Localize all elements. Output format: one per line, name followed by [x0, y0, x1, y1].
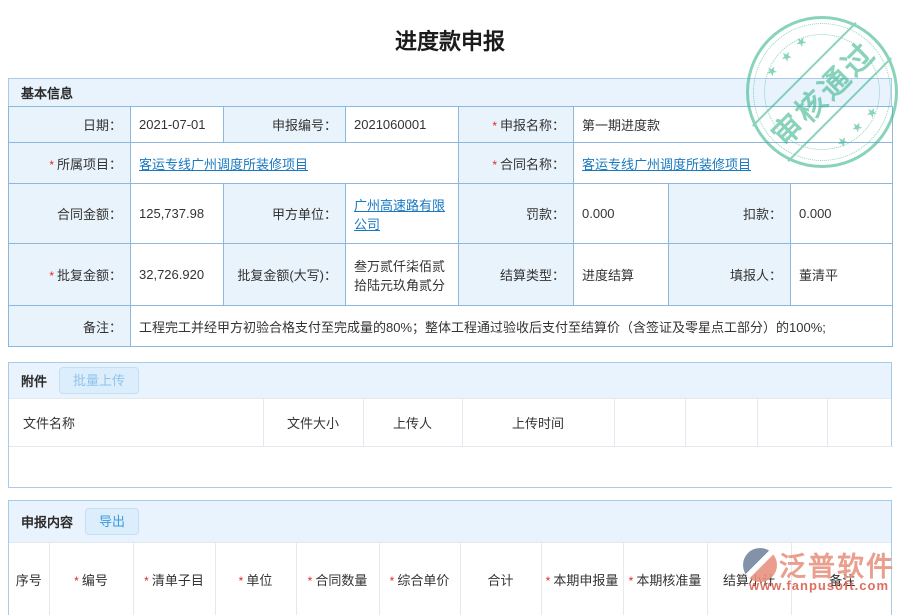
- col-upload-time: 上传时间: [462, 399, 614, 446]
- attachments-section: 附件 批量上传 文件名称 文件大小 上传人 上传时间: [8, 362, 892, 488]
- col-unit: *单位: [215, 543, 296, 615]
- declaration-title: 申报内容: [21, 512, 73, 531]
- date-label: 日期：: [9, 107, 131, 143]
- required-asterisk: *: [239, 574, 244, 588]
- attachments-header: 附件 批量上传: [9, 363, 891, 399]
- attachments-header-row: 文件名称 文件大小 上传人 上传时间: [9, 399, 893, 446]
- filler-value: 董清平: [791, 244, 893, 306]
- project-link[interactable]: 客运专线广州调度所装修项目: [139, 157, 308, 172]
- project-value: 客运专线广州调度所装修项目: [131, 143, 459, 184]
- basic-info-header: 基本信息: [8, 78, 892, 106]
- col-list-item: *清单子目: [133, 543, 215, 615]
- col-settle-subtotal: 结算小计: [707, 543, 791, 615]
- col-total: 合计: [460, 543, 541, 615]
- approved-caps-label: 批复金额(大写)：: [224, 244, 346, 306]
- contract-name-value: 客运专线广州调度所装修项目: [574, 143, 893, 184]
- basic-info-table: 日期： 2021-07-01 申报编号： 2021060001 *申报名称： 第…: [8, 106, 893, 347]
- settle-type-value: 进度结算: [574, 244, 669, 306]
- col-current-approved-qty: *本期核准量: [623, 543, 707, 615]
- party-a-link[interactable]: 广州高速路有限公司: [354, 198, 445, 232]
- declaration-section: 申报内容 导出 序号 *编号 *清单子目 *单位 *合同数量 *综合单价 合计 …: [8, 500, 892, 615]
- col-file-name: 文件名称: [9, 399, 263, 446]
- required-asterisk: *: [492, 158, 497, 172]
- required-asterisk: *: [49, 158, 54, 172]
- col-uploader: 上传人: [363, 399, 462, 446]
- approved-caps-value: 叁万贰仟柒佰贰拾陆元玖角贰分: [346, 244, 459, 306]
- penalty-value: 0.000: [574, 184, 669, 244]
- declaration-name-label: *申报名称：: [459, 107, 574, 143]
- page-title: 进度款申报: [0, 24, 900, 56]
- remark-value: 工程完工并经甲方初验合格支付至完成量的80%；整体工程通过验收后支付至结算价（含…: [131, 306, 893, 347]
- col-unit-price: *综合单价: [379, 543, 460, 615]
- penalty-label: 罚款：: [459, 184, 574, 244]
- col-empty: [827, 399, 893, 446]
- attachments-empty-area: [9, 446, 893, 487]
- required-asterisk: *: [144, 574, 149, 588]
- approved-amount-label: *批复金额：: [9, 244, 131, 306]
- date-value: 2021-07-01: [131, 107, 224, 143]
- col-empty: [757, 399, 827, 446]
- attachments-table: 文件名称 文件大小 上传人 上传时间: [9, 399, 893, 487]
- col-empty: [614, 399, 685, 446]
- party-a-label: 甲方单位：: [224, 184, 346, 244]
- deduction-value: 0.000: [791, 184, 893, 244]
- declaration-table: 序号 *编号 *清单子目 *单位 *合同数量 *综合单价 合计 *本期申报量 *…: [9, 543, 893, 615]
- declaration-header-row: 序号 *编号 *清单子目 *单位 *合同数量 *综合单价 合计 *本期申报量 *…: [9, 543, 893, 615]
- declaration-header: 申报内容 导出: [9, 501, 891, 543]
- required-asterisk: *: [546, 574, 551, 588]
- required-asterisk: *: [390, 574, 395, 588]
- col-seq: 序号: [9, 543, 49, 615]
- basic-info-title: 基本信息: [21, 83, 73, 102]
- required-asterisk: *: [492, 119, 497, 133]
- basic-row-4: *批复金额： 32,726.920 批复金额(大写)： 叁万贰仟柒佰贰拾陆元玖角…: [9, 244, 893, 306]
- basic-row-1: 日期： 2021-07-01 申报编号： 2021060001 *申报名称： 第…: [9, 107, 893, 143]
- col-remark: 备注: [791, 543, 893, 615]
- basic-row-5: 备注： 工程完工并经甲方初验合格支付至完成量的80%；整体工程通过验收后支付至结…: [9, 306, 893, 347]
- filler-label: 填报人：: [669, 244, 791, 306]
- attachments-title: 附件: [21, 371, 47, 390]
- col-code: *编号: [49, 543, 133, 615]
- party-a-value: 广州高速路有限公司: [346, 184, 459, 244]
- basic-info-section: 基本信息 日期： 2021-07-01 申报编号： 2021060001 *申报…: [8, 78, 892, 347]
- contract-amount-value: 125,737.98: [131, 184, 224, 244]
- col-file-size: 文件大小: [263, 399, 363, 446]
- batch-upload-button[interactable]: 批量上传: [59, 367, 139, 395]
- export-button[interactable]: 导出: [85, 508, 139, 536]
- contract-name-label: *合同名称：: [459, 143, 574, 184]
- col-empty: [685, 399, 757, 446]
- deduction-label: 扣款：: [669, 184, 791, 244]
- col-current-declared-qty: *本期申报量: [541, 543, 623, 615]
- project-label: *所属项目：: [9, 143, 131, 184]
- declaration-name-value: 第一期进度款: [574, 107, 893, 143]
- declaration-number-label: 申报编号：: [224, 107, 346, 143]
- required-asterisk: *: [308, 574, 313, 588]
- basic-row-2: *所属项目： 客运专线广州调度所装修项目 *合同名称： 客运专线广州调度所装修项…: [9, 143, 893, 184]
- required-asterisk: *: [49, 269, 54, 283]
- required-asterisk: *: [629, 574, 634, 588]
- required-asterisk: *: [74, 574, 79, 588]
- attachments-empty-row: [9, 446, 893, 487]
- col-contract-qty: *合同数量: [296, 543, 379, 615]
- contract-name-link[interactable]: 客运专线广州调度所装修项目: [582, 157, 751, 172]
- contract-amount-label: 合同金额：: [9, 184, 131, 244]
- settle-type-label: 结算类型：: [459, 244, 574, 306]
- basic-row-3: 合同金额： 125,737.98 甲方单位： 广州高速路有限公司 罚款： 0.0…: [9, 184, 893, 244]
- declaration-number-value: 2021060001: [346, 107, 459, 143]
- approved-amount-value: 32,726.920: [131, 244, 224, 306]
- remark-label: 备注：: [9, 306, 131, 347]
